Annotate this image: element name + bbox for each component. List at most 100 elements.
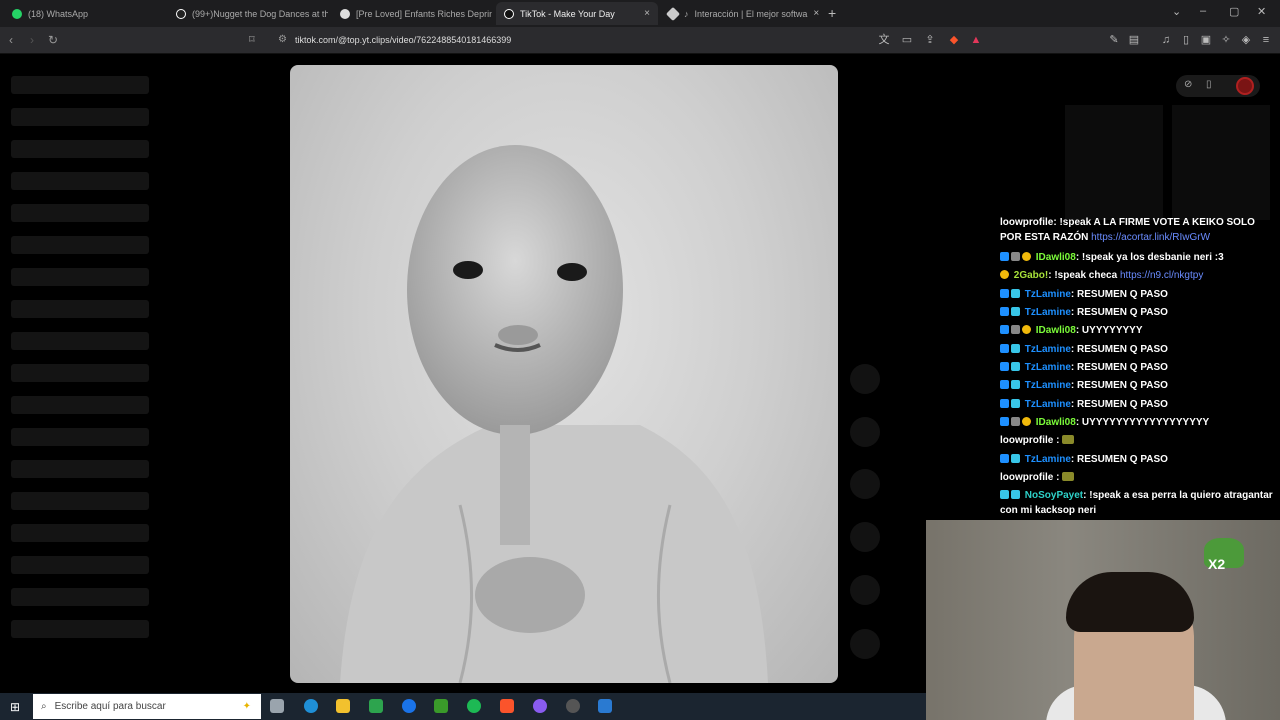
prime-badge-icon <box>1000 344 1009 353</box>
loading-skeleton <box>11 236 149 254</box>
cast-icon[interactable]: ▭ <box>901 34 913 46</box>
chrome-icon[interactable] <box>566 699 580 713</box>
tab-search-icon[interactable]: ⌄ <box>1172 5 1181 18</box>
prime-badge-icon <box>1000 362 1009 371</box>
edge-icon[interactable] <box>304 699 318 713</box>
wallet-icon[interactable]: ▣ <box>1200 34 1212 46</box>
chat-message: 2Gabo!: !speak checa https://n9.cl/nkgtp… <box>1000 268 1275 283</box>
loading-skeleton <box>11 556 149 574</box>
chat-link[interactable]: https://acortar.link/RIwGrW <box>1091 232 1210 243</box>
minimize-icon[interactable]: – <box>1200 5 1206 17</box>
like-button[interactable] <box>850 364 880 394</box>
app-icon[interactable] <box>598 699 612 713</box>
chat-text: : RESUMEN Q PASO <box>1070 380 1168 391</box>
maximize-icon[interactable]: ▢ <box>1229 5 1239 18</box>
back-icon[interactable]: ‹ <box>9 33 13 47</box>
loading-skeleton <box>11 524 149 542</box>
tab-whatsapp[interactable]: (18) WhatsApp <box>4 2 164 25</box>
loading-skeleton <box>11 332 149 350</box>
file-explorer-icon[interactable] <box>336 699 350 713</box>
reading-list-icon[interactable]: ▤ <box>1128 34 1140 46</box>
tab-close-button[interactable]: × <box>813 8 819 19</box>
brave-shields-icon[interactable]: ◆ <box>948 34 960 46</box>
address-bar[interactable]: tiktok.com/@top.yt.clips/video/762248854… <box>295 35 511 45</box>
chat-username: TzLamine <box>1024 307 1071 318</box>
video-player[interactable] <box>290 65 838 683</box>
mail-icon[interactable] <box>402 699 416 713</box>
music-button[interactable] <box>850 575 880 605</box>
google-icon <box>340 8 350 19</box>
loading-skeleton <box>11 428 149 446</box>
chat-username: IDawli08 <box>1035 252 1076 263</box>
share-icon[interactable]: ⇪ <box>924 34 936 46</box>
store-icon[interactable] <box>369 699 383 713</box>
sub-badge-icon <box>1011 289 1020 298</box>
menu-icon[interactable]: ≡ <box>1260 34 1272 46</box>
chat-link[interactable]: https://n9.cl/nkgtpy <box>1120 270 1203 281</box>
tab-nugget[interactable]: (99+)Nugget the Dog Dances at the <box>168 2 328 25</box>
media-icon[interactable]: ♫ <box>1160 34 1172 46</box>
extension-puzzle-icon[interactable]: ✧ <box>1220 34 1232 46</box>
chat-message: loowprofile: !speak A LA FIRME VOTE A KE… <box>1000 215 1275 245</box>
comment-button[interactable] <box>850 417 880 447</box>
loading-skeleton <box>11 76 149 94</box>
baby-video-frame <box>340 145 768 683</box>
tiktok-icon <box>176 8 186 19</box>
chat-text: : RESUMEN Q PASO <box>1070 307 1168 318</box>
record-icon[interactable] <box>1236 77 1254 95</box>
vpn-icon[interactable]: ◈ <box>1240 34 1252 46</box>
spotify-icon[interactable] <box>467 699 481 713</box>
extensions-icon[interactable]: ✎ <box>1108 34 1120 46</box>
sub-badge-icon <box>1011 399 1020 408</box>
sidebar-icon[interactable]: ▯ <box>1180 34 1192 46</box>
new-tab-button[interactable]: + <box>828 5 836 21</box>
sub-badge-icon <box>1011 490 1020 499</box>
loading-skeleton <box>11 620 149 638</box>
device-icon[interactable]: ▯ <box>1206 79 1212 90</box>
prime-badge-icon <box>1000 252 1009 261</box>
chat-message: TzLamine: RESUMEN Q PASO <box>1000 305 1275 320</box>
tab-interaccion[interactable]: ♪ Interacción | El mejor softwa × <box>660 2 820 25</box>
chat-username: TzLamine <box>1024 380 1071 391</box>
chat-message: IDawli08: UYYYYYYYYYYYYYYYYYY <box>1000 415 1275 430</box>
site-info-icon[interactable]: ⚙ <box>278 34 287 45</box>
minecraft-icon[interactable] <box>434 699 448 713</box>
chat-username: TzLamine <box>1024 362 1071 373</box>
bookmark-icon[interactable]: ⌑ <box>249 33 255 46</box>
brave-rewards-icon[interactable]: ▲ <box>970 34 982 46</box>
translate-icon[interactable]: 文 <box>878 34 890 46</box>
chat-message: TzLamine: RESUMEN Q PASO <box>1000 452 1275 467</box>
emote-icon <box>1062 435 1075 444</box>
obs-icon[interactable] <box>533 699 547 713</box>
windows-start-icon[interactable]: ⊞ <box>10 700 20 714</box>
search-icon: ⌕ <box>41 701 47 712</box>
chat-text: : !speak checa <box>1048 270 1118 281</box>
share-button[interactable] <box>850 522 880 552</box>
coin-badge-icon <box>1000 270 1009 279</box>
loading-skeleton <box>11 204 149 222</box>
chat-text: : RESUMEN Q PASO <box>1070 289 1168 300</box>
brave-icon[interactable] <box>500 699 514 713</box>
prime-badge-icon <box>1000 325 1009 334</box>
settings-icon[interactable]: ⊘ <box>1184 79 1192 90</box>
mute-icon[interactable]: ♪ <box>684 9 689 19</box>
bookmark-button[interactable] <box>850 469 880 499</box>
chat-message: loowprofile : <box>1000 470 1275 485</box>
more-button[interactable] <box>850 629 880 659</box>
tab-pre-loved[interactable]: [Pre Loved] Enfants Riches Deprime <box>332 2 492 25</box>
chat-username: TzLamine <box>1024 454 1071 465</box>
chat-username: TzLamine <box>1024 344 1071 355</box>
coin-badge-icon <box>1022 252 1031 261</box>
task-view-icon[interactable] <box>270 699 284 713</box>
forward-icon[interactable]: › <box>30 33 34 47</box>
tab-title: Interacción | El mejor softwa <box>694 8 808 19</box>
coin-badge-icon <box>1022 417 1031 426</box>
taskbar-search[interactable]: ⌕ Escribe aquí para buscar ✦ <box>33 694 261 719</box>
chat-username: loowprofile <box>1000 472 1054 483</box>
prime-badge-icon <box>1000 454 1009 463</box>
tab-close-button[interactable]: × <box>644 8 650 19</box>
tab-tiktok[interactable]: TikTok - Make Your Day × <box>496 2 658 25</box>
close-window-icon[interactable]: ✕ <box>1257 5 1266 18</box>
reload-icon[interactable]: ↻ <box>48 33 58 47</box>
chat-text: : UYYYYYYYY <box>1075 325 1143 336</box>
